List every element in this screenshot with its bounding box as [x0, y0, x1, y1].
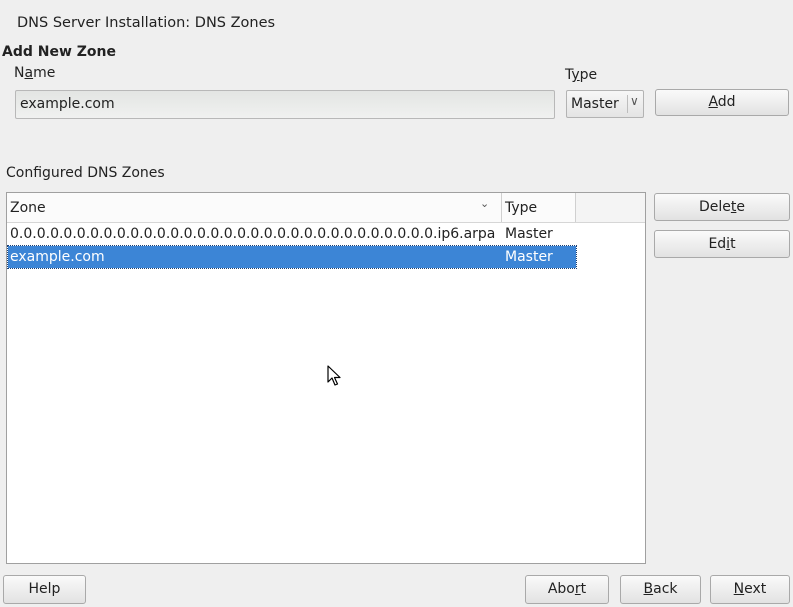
table-row[interactable]: 0.0.0.0.0.0.0.0.0.0.0.0.0.0.0.0.0.0.0.0.… [8, 223, 576, 245]
add-zone-heading: Add New Zone [2, 44, 117, 60]
next-button[interactable]: Next [710, 575, 790, 604]
window-title: DNS Server Installation: DNS Zones [17, 15, 276, 31]
delete-button[interactable]: Delete [654, 193, 790, 221]
combo-divider [627, 95, 628, 113]
zone-name-input[interactable]: example.com [15, 90, 555, 119]
column-header-zone[interactable]: Zone ⌄ [7, 193, 502, 222]
chevron-down-icon: ∨ [630, 94, 639, 108]
help-button[interactable]: Help [3, 575, 86, 604]
column-header-type[interactable]: Type [502, 193, 576, 222]
abort-button[interactable]: Abort [525, 575, 609, 604]
table-row-selected[interactable]: example.com Master [7, 245, 577, 269]
back-button[interactable]: Back [620, 575, 701, 604]
type-cell: Master [505, 249, 553, 265]
add-button[interactable]: Add [655, 89, 789, 116]
edit-button[interactable]: Edit [654, 230, 790, 258]
type-cell: Master [505, 226, 553, 242]
name-label: Name [14, 65, 56, 81]
zones-table[interactable]: Zone ⌄ Type 0.0.0.0.0.0.0.0.0.0.0.0.0.0.… [6, 192, 646, 564]
sort-arrow-icon: ⌄ [480, 197, 490, 210]
zone-type-select[interactable]: Master ∨ [566, 90, 644, 118]
zone-cell: example.com [10, 249, 105, 265]
zone-cell: 0.0.0.0.0.0.0.0.0.0.0.0.0.0.0.0.0.0.0.0.… [10, 226, 496, 242]
configured-zones-heading: Configured DNS Zones [6, 165, 165, 181]
zone-type-value: Master [571, 96, 619, 112]
mouse-cursor-icon [327, 365, 341, 386]
table-header: Zone ⌄ Type [7, 193, 645, 223]
type-label: Type [565, 67, 598, 83]
